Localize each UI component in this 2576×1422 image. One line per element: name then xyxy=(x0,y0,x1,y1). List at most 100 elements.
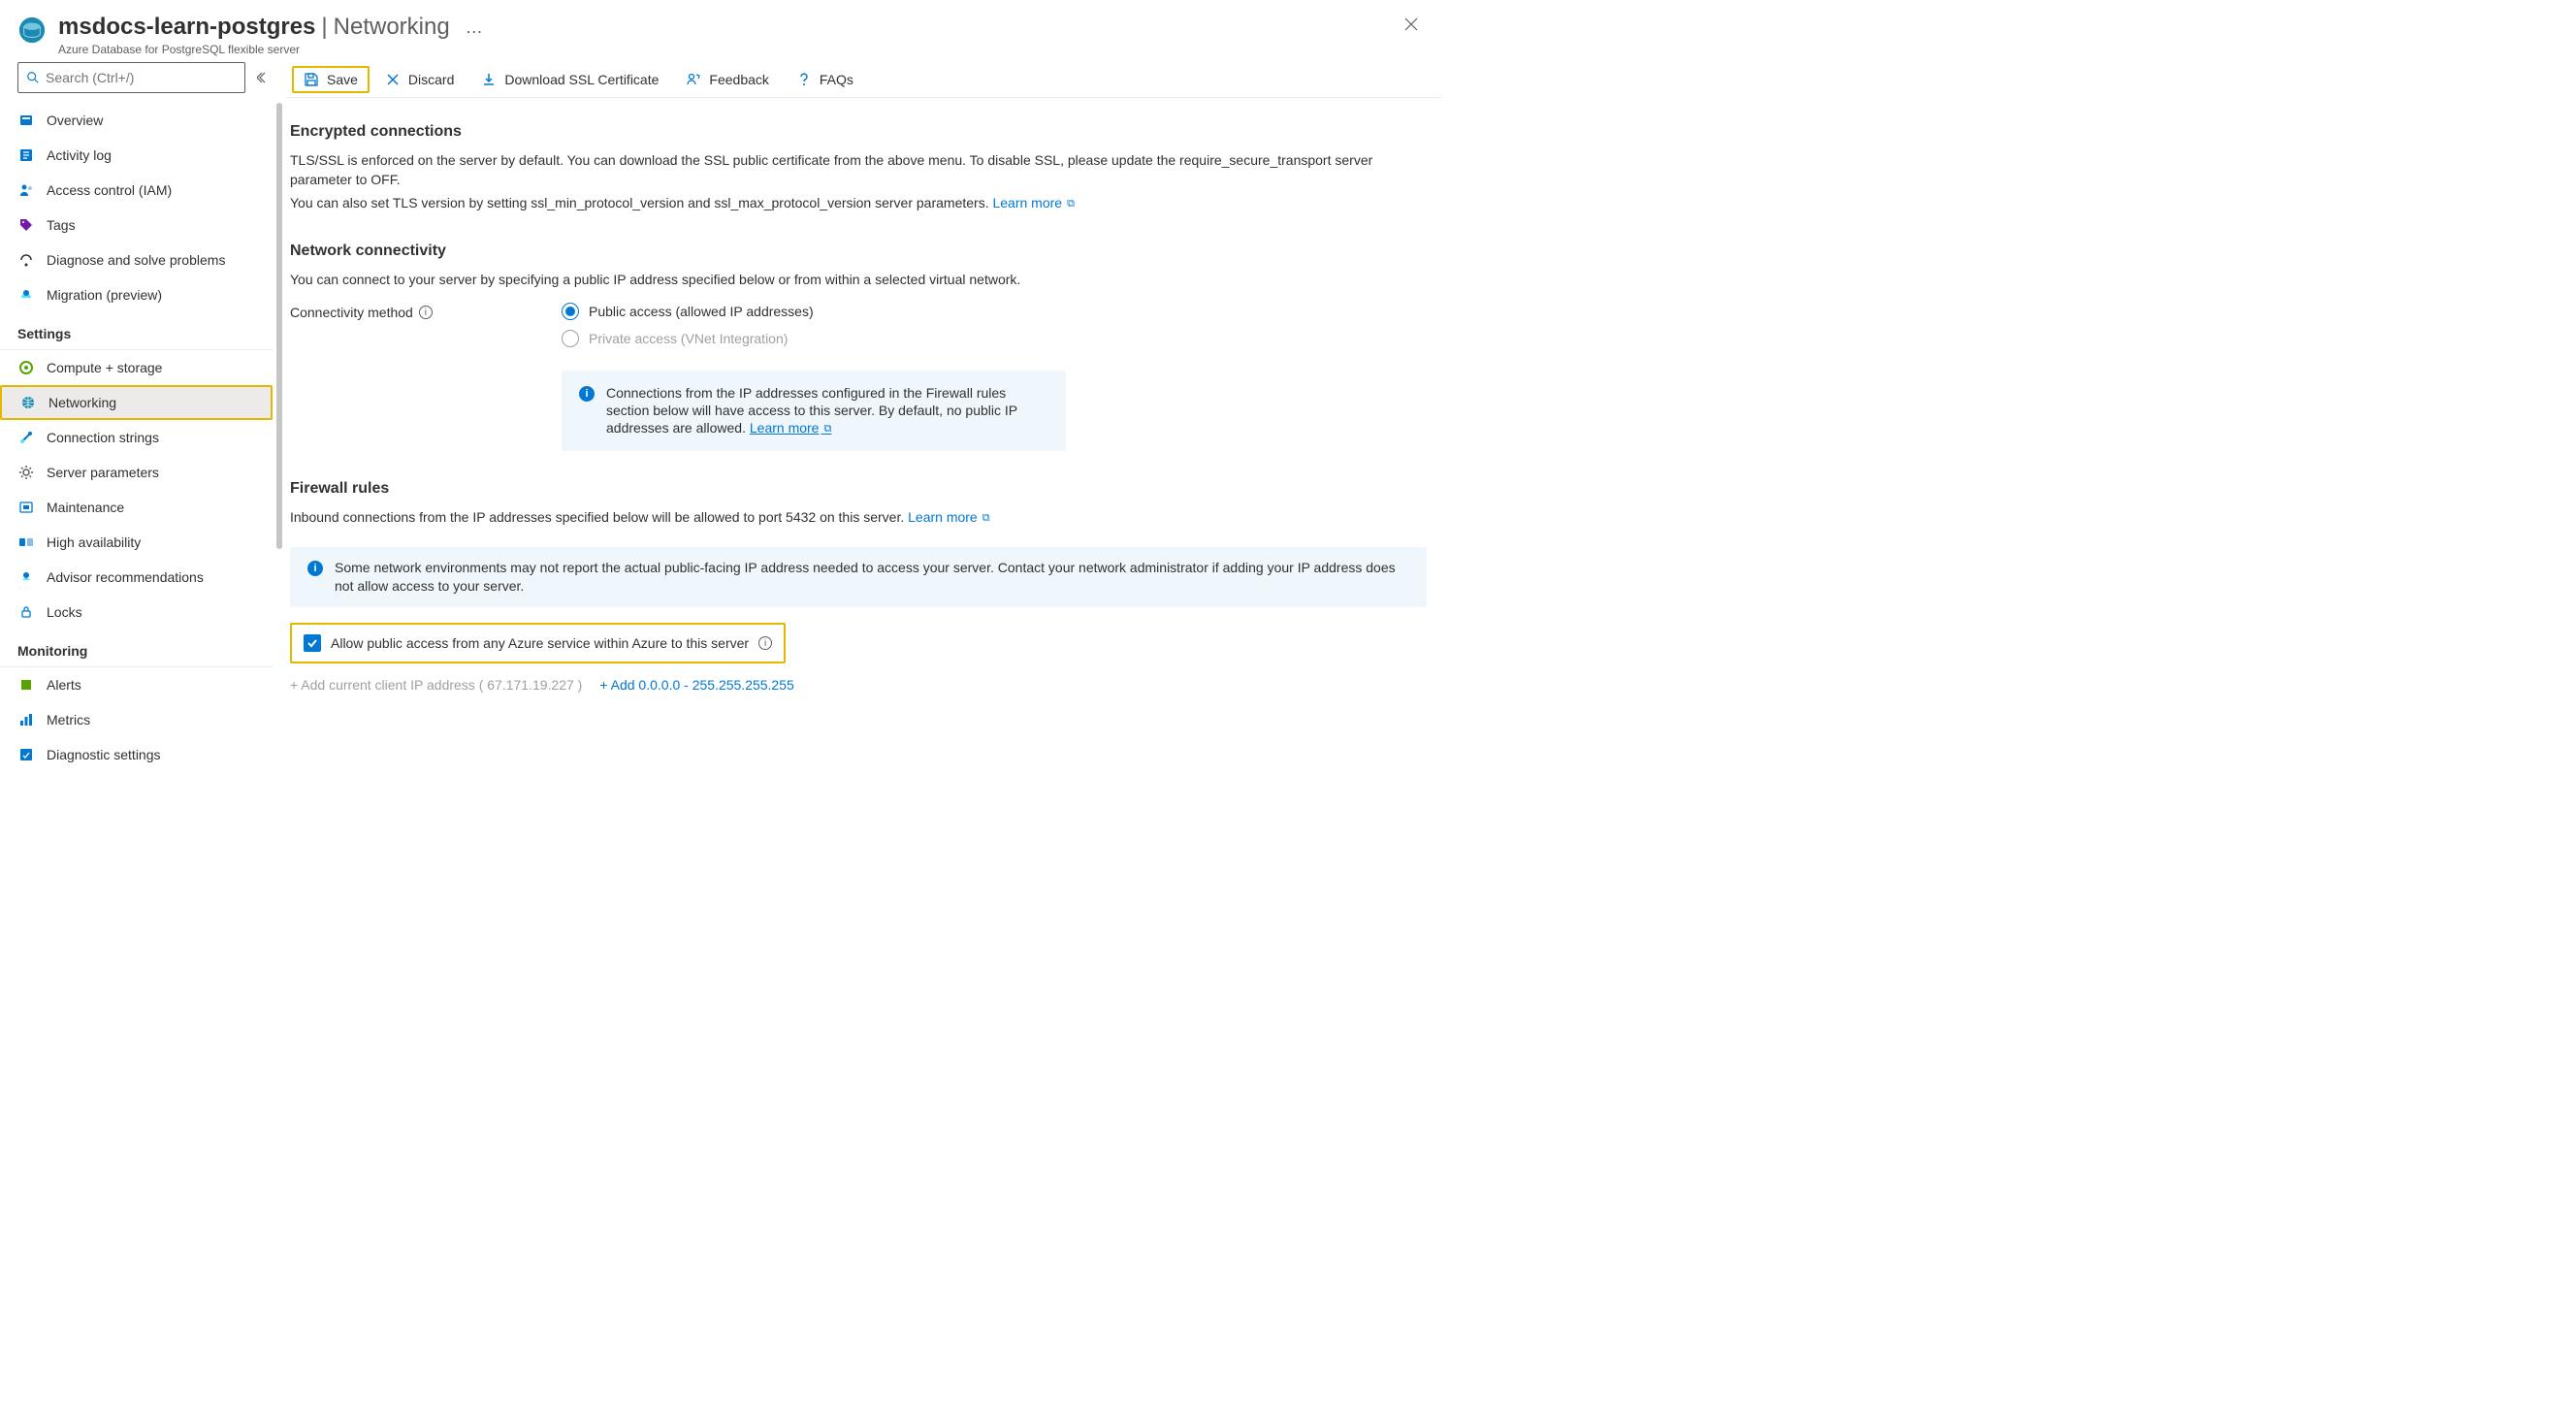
section-firewall-rules: Firewall rules Inbound connections from … xyxy=(290,480,1427,693)
sidebar-group-monitoring: Monitoring xyxy=(0,630,273,663)
sidebar-item-server-parameters[interactable]: Server parameters xyxy=(0,455,273,490)
sidebar-item-diagnostic-settings[interactable]: Diagnostic settings xyxy=(0,737,273,772)
advisor-icon xyxy=(17,568,35,586)
sidebar-item-activity-log[interactable]: Activity log xyxy=(0,138,273,173)
toolbar-label: FAQs xyxy=(820,72,853,87)
external-link-icon: ⧉ xyxy=(1062,198,1075,210)
allow-azure-services-checkbox-row: Allow public access from any Azure servi… xyxy=(290,623,786,663)
migration-icon xyxy=(17,286,35,304)
sidebar-item-label: Locks xyxy=(47,604,82,620)
overview-icon xyxy=(17,112,35,129)
diagnostic-settings-icon xyxy=(17,746,35,763)
sidebar-item-label: Maintenance xyxy=(47,500,124,515)
search-input[interactable] xyxy=(46,70,237,85)
discard-icon xyxy=(385,72,401,87)
tags-icon xyxy=(17,216,35,234)
toolbar-label: Discard xyxy=(408,72,454,87)
sidebar-item-label: Diagnose and solve problems xyxy=(47,252,225,268)
sidebar-item-connection-strings[interactable]: Connection strings xyxy=(0,420,273,455)
learn-more-link[interactable]: Learn more ⧉ xyxy=(908,509,990,525)
toolbar: Save Discard Download SSL Certificate Fe… xyxy=(286,62,1441,98)
info-icon[interactable]: i xyxy=(758,636,772,650)
sidebar-item-label: Networking xyxy=(48,395,116,410)
sidebar-group-settings: Settings xyxy=(0,312,273,345)
alerts-icon xyxy=(17,676,35,694)
sidebar-item-alerts[interactable]: Alerts xyxy=(0,667,273,702)
sidebar-item-label: Metrics xyxy=(47,712,90,727)
sidebar-item-maintenance[interactable]: Maintenance xyxy=(0,490,273,525)
feedback-button[interactable]: Feedback xyxy=(674,66,780,93)
blade-name: Networking xyxy=(334,14,450,41)
learn-more-link[interactable]: Learn more ⧉ xyxy=(750,420,832,436)
sidebar-item-label: Tags xyxy=(47,217,76,233)
sidebar: Overview Activity log Access control (IA… xyxy=(0,62,286,780)
connection-strings-icon xyxy=(17,429,35,446)
postgres-resource-icon xyxy=(17,16,47,45)
info-icon[interactable]: i xyxy=(419,306,433,319)
learn-more-link[interactable]: Learn more ⧉ xyxy=(992,195,1075,210)
toolbar-label: Feedback xyxy=(709,72,768,87)
sidebar-item-overview[interactable]: Overview xyxy=(0,103,273,138)
search-icon xyxy=(26,71,40,84)
sidebar-item-compute-storage[interactable]: Compute + storage xyxy=(0,350,273,385)
radio-label: Private access (VNet Integration) xyxy=(589,331,788,346)
info-callout: i Some network environments may not repo… xyxy=(290,547,1427,607)
checkbox-label: Allow public access from any Azure servi… xyxy=(331,635,749,651)
help-icon xyxy=(796,72,812,87)
sidebar-search[interactable] xyxy=(17,62,245,93)
collapse-sidebar-icon[interactable] xyxy=(253,68,273,87)
metrics-icon xyxy=(17,711,35,728)
add-current-client-ip[interactable]: + Add current client IP address ( 67.171… xyxy=(290,677,582,693)
section-text: TLS/SSL is enforced on the server by def… xyxy=(290,150,1427,189)
resource-type-label: Azure Database for PostgreSQL flexible s… xyxy=(58,43,485,56)
iam-icon xyxy=(17,181,35,199)
section-heading: Network connectivity xyxy=(290,242,1427,260)
radio-public-access[interactable]: Public access (allowed IP addresses) xyxy=(562,303,814,320)
discard-button[interactable]: Discard xyxy=(373,66,466,93)
blade-header: msdocs-learn-postgres | Networking … Azu… xyxy=(0,0,1441,62)
section-network-connectivity: Network connectivity You can connect to … xyxy=(290,242,1427,451)
sidebar-item-locks[interactable]: Locks xyxy=(0,595,273,630)
sidebar-item-iam[interactable]: Access control (IAM) xyxy=(0,173,273,208)
sidebar-item-label: Connection strings xyxy=(47,430,159,445)
activity-log-icon xyxy=(17,146,35,164)
gear-icon xyxy=(17,464,35,481)
info-icon: i xyxy=(307,561,323,576)
toolbar-label: Download SSL Certificate xyxy=(504,72,659,87)
close-button[interactable] xyxy=(1401,14,1422,35)
section-heading: Encrypted connections xyxy=(290,123,1427,141)
high-availability-icon xyxy=(17,533,35,551)
compute-icon xyxy=(17,359,35,376)
radio-label: Public access (allowed IP addresses) xyxy=(589,304,814,319)
sidebar-item-migration[interactable]: Migration (preview) xyxy=(0,277,273,312)
more-actions-icon[interactable]: … xyxy=(456,17,485,38)
sidebar-item-networking[interactable]: Networking xyxy=(0,385,273,420)
diagnose-icon xyxy=(17,251,35,269)
section-text: You can connect to your server by specif… xyxy=(290,270,1427,289)
add-full-range-link[interactable]: + Add 0.0.0.0 - 255.255.255.255 xyxy=(599,677,793,693)
sidebar-item-diagnose[interactable]: Diagnose and solve problems xyxy=(0,242,273,277)
sidebar-item-label: Migration (preview) xyxy=(47,287,162,303)
toolbar-label: Save xyxy=(327,72,358,87)
section-text: Inbound connections from the IP addresse… xyxy=(290,507,1427,528)
networking-icon xyxy=(19,394,37,411)
section-heading: Firewall rules xyxy=(290,480,1427,498)
info-callout: i Connections from the IP addresses conf… xyxy=(562,371,1066,451)
sidebar-item-label: Diagnostic settings xyxy=(47,747,161,762)
download-icon xyxy=(481,72,497,87)
feedback-icon xyxy=(686,72,701,87)
sidebar-item-high-availability[interactable]: High availability xyxy=(0,525,273,560)
sidebar-item-metrics[interactable]: Metrics xyxy=(0,702,273,737)
allow-azure-services-checkbox[interactable] xyxy=(304,634,321,652)
sidebar-item-tags[interactable]: Tags xyxy=(0,208,273,242)
download-ssl-button[interactable]: Download SSL Certificate xyxy=(469,66,670,93)
radio-private-access[interactable]: Private access (VNet Integration) xyxy=(562,330,814,347)
sidebar-item-advisor[interactable]: Advisor recommendations xyxy=(0,560,273,595)
external-link-icon: ⧉ xyxy=(819,423,831,435)
sidebar-item-label: Access control (IAM) xyxy=(47,182,172,198)
sidebar-item-label: Advisor recommendations xyxy=(47,569,204,585)
save-button[interactable]: Save xyxy=(292,66,370,93)
sidebar-scrollbar[interactable] xyxy=(276,103,282,780)
faqs-button[interactable]: FAQs xyxy=(785,66,865,93)
sidebar-item-label: Alerts xyxy=(47,677,81,693)
